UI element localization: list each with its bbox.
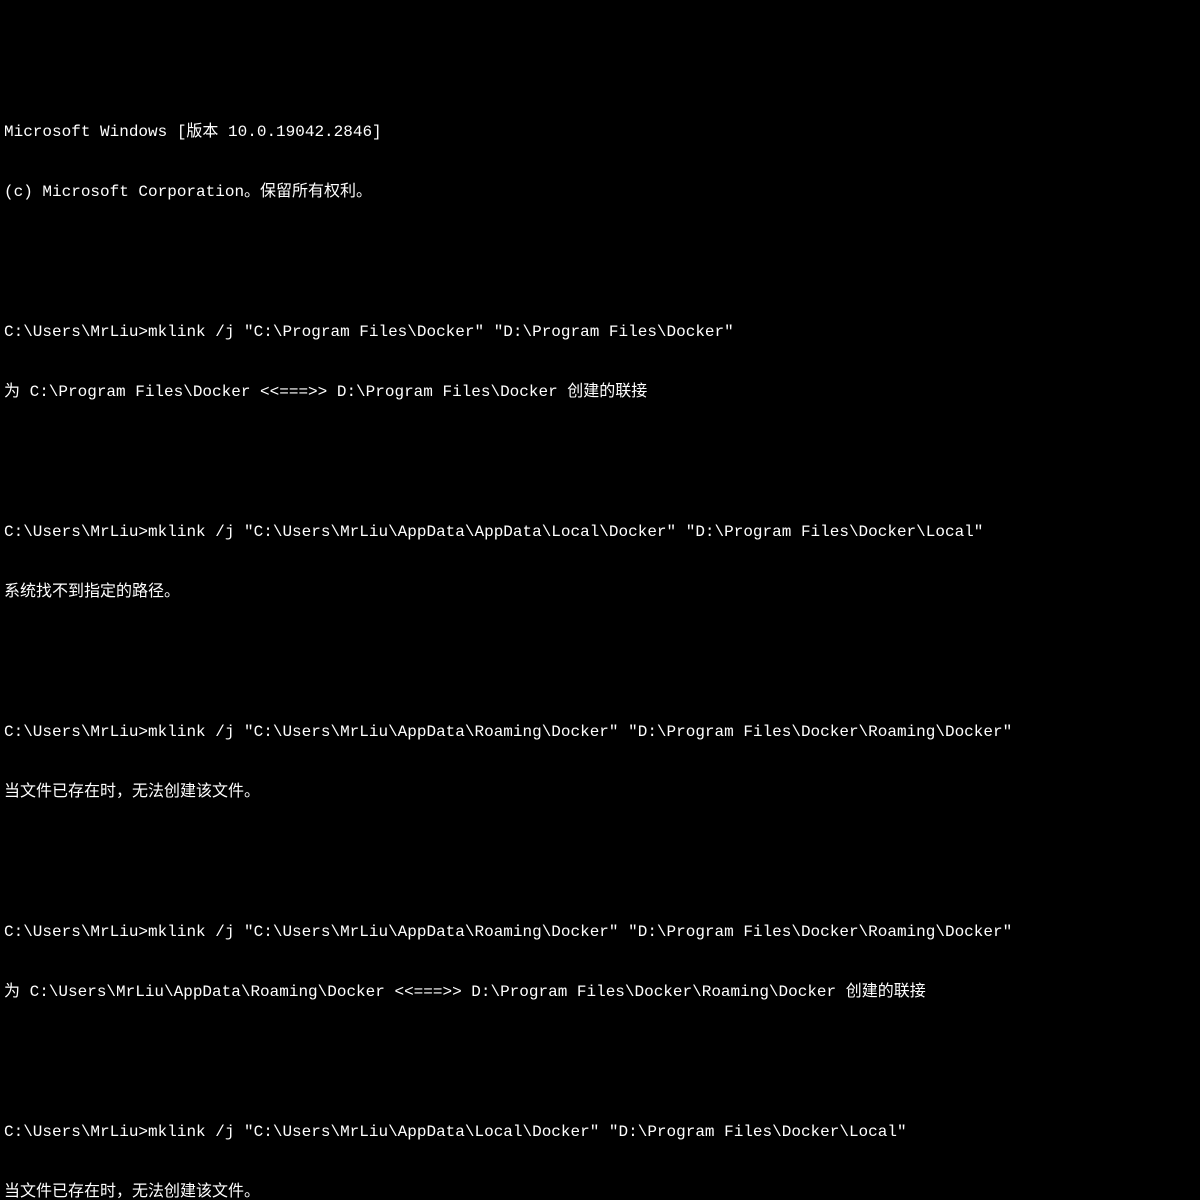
command-line: C:\Users\MrLiu>mklink /j "C:\Users\MrLiu… [4,522,1196,542]
command-text: mklink /j "C:\Users\MrLiu\AppData\Local\… [148,1123,907,1141]
copyright-line: (c) Microsoft Corporation。保留所有权利。 [4,182,1196,202]
blank-line [4,642,1196,662]
prompt: C:\Users\MrLiu> [4,1123,148,1141]
command-text: mklink /j "C:\Program Files\Docker" "D:\… [148,323,734,341]
blank-line [4,1042,1196,1062]
command-line: C:\Users\MrLiu>mklink /j "C:\Users\MrLiu… [4,922,1196,942]
prompt: C:\Users\MrLiu> [4,923,148,941]
command-line: C:\Users\MrLiu>mklink /j "C:\Users\MrLiu… [4,722,1196,742]
version-line: Microsoft Windows [版本 10.0.19042.2846] [4,122,1196,142]
command-text: mklink /j "C:\Users\MrLiu\AppData\AppDat… [148,523,983,541]
blank-line [4,242,1196,262]
command-text: mklink /j "C:\Users\MrLiu\AppData\Roamin… [148,923,1012,941]
prompt: C:\Users\MrLiu> [4,723,148,741]
output-line: 系统找不到指定的路径。 [4,582,1196,602]
blank-line [4,442,1196,462]
output-line: 为 C:\Program Files\Docker <<===>> D:\Pro… [4,382,1196,402]
output-line: 为 C:\Users\MrLiu\AppData\Roaming\Docker … [4,982,1196,1002]
command-line: C:\Users\MrLiu>mklink /j "C:\Users\MrLiu… [4,1122,1196,1142]
output-line: 当文件已存在时，无法创建该文件。 [4,782,1196,802]
command-line: C:\Users\MrLiu>mklink /j "C:\Program Fil… [4,322,1196,342]
blank-line [4,842,1196,862]
output-line: 当文件已存在时，无法创建该文件。 [4,1182,1196,1200]
prompt: C:\Users\MrLiu> [4,523,148,541]
terminal-window[interactable]: Microsoft Windows [版本 10.0.19042.2846] (… [4,82,1196,678]
command-text: mklink /j "C:\Users\MrLiu\AppData\Roamin… [148,723,1012,741]
prompt: C:\Users\MrLiu> [4,323,148,341]
